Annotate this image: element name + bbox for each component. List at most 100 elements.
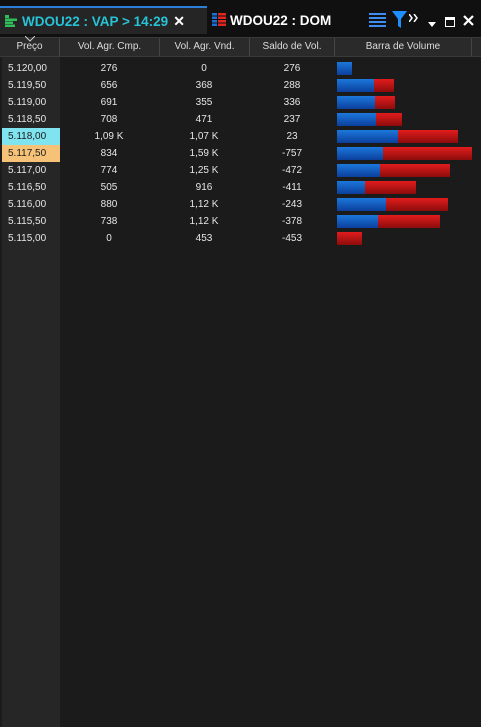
- price-cell: 5.119,50: [8, 80, 47, 91]
- sell-volume-bar: [337, 232, 362, 245]
- close-icon[interactable]: [463, 13, 474, 26]
- col-header-sell-volume-label: Vol. Agr. Vnd.: [174, 41, 235, 52]
- sell-volume-cell: 368: [195, 80, 213, 91]
- sell-volume-bar: [386, 198, 448, 211]
- sell-volume-bar: [375, 96, 395, 109]
- volume-balance-cell: -411: [282, 182, 302, 193]
- volume-balance-cell: -757: [281, 148, 302, 159]
- volume-bar-cell: [337, 128, 477, 145]
- sell-volume-cell: 1,07 K: [189, 131, 219, 142]
- tab-dom-title: WDOU22 : DOM: [230, 12, 332, 28]
- volume-balance-cell: -453: [281, 233, 302, 244]
- price-cell: 5.117,00: [8, 165, 47, 176]
- volume-bar-cell: [337, 94, 477, 111]
- volume-balance-cell: -472: [281, 165, 302, 176]
- buy-volume-bar: [337, 96, 375, 109]
- price-cell: 5.119,00: [8, 97, 47, 108]
- volume-bar-cell: [337, 230, 477, 247]
- buy-volume-bar: [337, 79, 374, 92]
- grid-header: Preço Vol. Agr. Cmp. Vol. Agr. Vnd. Sald…: [0, 36, 481, 57]
- buy-volume-cell: 505: [100, 182, 118, 193]
- col-header-volume-balance[interactable]: Saldo de Vol.: [250, 38, 335, 56]
- price-cell: 5.118,50: [8, 114, 47, 125]
- price-cell: 5.116,50: [8, 182, 47, 193]
- buy-volume-cell: 276: [100, 63, 118, 74]
- sell-volume-bar: [376, 113, 402, 126]
- volume-balance-cell: 23: [286, 131, 298, 142]
- table-row[interactable]: 5.118,00 1,09 K 1,07 K 23: [0, 128, 481, 145]
- sell-volume-bar: [374, 79, 394, 92]
- buy-volume-cell: 708: [100, 114, 118, 125]
- sell-volume-bar: [378, 215, 440, 228]
- sell-volume-cell: 1,12 K: [189, 216, 219, 227]
- buy-volume-bar: [337, 147, 383, 160]
- sell-volume-cell: 1,59 K: [189, 148, 219, 159]
- overflow-chevron-icon[interactable]: [408, 9, 419, 23]
- volume-balance-cell: 276: [283, 63, 301, 74]
- list-view-icon[interactable]: [369, 13, 386, 28]
- buy-volume-cell: 1,09 K: [94, 131, 124, 142]
- col-header-buy-volume[interactable]: Vol. Agr. Cmp.: [60, 38, 160, 56]
- volume-bar-cell: [337, 179, 477, 196]
- price-cell: 5.115,50: [8, 216, 47, 227]
- sell-volume-cell: 453: [195, 233, 213, 244]
- col-header-price-label: Preço: [16, 41, 43, 52]
- price-cell: 5.115,00: [8, 233, 47, 244]
- tab-vap[interactable]: WDOU22 : VAP > 14:29 ✕: [0, 6, 207, 34]
- buy-volume-cell: 774: [100, 165, 118, 176]
- buy-volume-bar: [337, 113, 376, 126]
- col-header-volume-bar-label: Barra de Volume: [365, 41, 441, 52]
- vap-window: WDOU22 : VAP > 14:29 ✕ WDOU22 : DOM Preç…: [0, 0, 481, 727]
- volume-bar-cell: [337, 77, 477, 94]
- filter-icon[interactable]: [392, 11, 407, 29]
- table-row[interactable]: 5.117,50 834 1,59 K -757: [0, 145, 481, 162]
- sell-volume-bar: [398, 130, 458, 143]
- col-header-sell-volume[interactable]: Vol. Agr. Vnd.: [160, 38, 250, 56]
- volume-bar-cell: [337, 213, 477, 230]
- sell-volume-cell: 1,25 K: [189, 165, 219, 176]
- col-header-price[interactable]: Preço: [0, 36, 60, 56]
- buy-volume-cell: 738: [100, 216, 118, 227]
- dropdown-arrow-icon[interactable]: [428, 14, 436, 27]
- col-header-buy-volume-label: Vol. Agr. Cmp.: [77, 41, 142, 52]
- sell-volume-cell: 355: [195, 97, 213, 108]
- table-row[interactable]: 5.120,00 276 0 276: [0, 60, 481, 77]
- sell-volume-cell: 1,12 K: [189, 199, 219, 210]
- buy-volume-bar: [337, 130, 398, 143]
- tab-bar: WDOU22 : VAP > 14:29 ✕ WDOU22 : DOM: [0, 0, 481, 37]
- volume-bar-cell: [337, 111, 477, 128]
- vap-chart-icon: [5, 14, 18, 28]
- table-row[interactable]: 5.116,00 880 1,12 K -243: [0, 196, 481, 213]
- table-row[interactable]: 5.115,50 738 1,12 K -378: [0, 213, 481, 230]
- sell-volume-bar: [380, 164, 450, 177]
- table-row[interactable]: 5.117,00 774 1,25 K -472: [0, 162, 481, 179]
- volume-balance-cell: 288: [283, 80, 301, 91]
- volume-balance-cell: -378: [281, 216, 302, 227]
- table-row[interactable]: 5.118,50 708 471 237: [0, 111, 481, 128]
- volume-bar-cell: [337, 196, 477, 213]
- volume-bar-cell: [337, 162, 477, 179]
- buy-volume-bar: [337, 215, 378, 228]
- col-header-volume-bar[interactable]: Barra de Volume: [335, 38, 472, 56]
- table-row[interactable]: 5.116,50 505 916 -411: [0, 179, 481, 196]
- col-header-volume-balance-label: Saldo de Vol.: [262, 41, 322, 52]
- buy-volume-cell: 691: [100, 97, 118, 108]
- vap-table-body: 5.120,00 276 0 276 5.119,50 656 368 288 5.119,00…: [0, 60, 481, 247]
- tab-dom[interactable]: WDOU22 : DOM: [209, 6, 361, 34]
- tab-vap-title: WDOU22 : VAP > 14:29: [22, 13, 169, 29]
- buy-volume-cell: 834: [100, 148, 118, 159]
- sell-volume-bar: [383, 147, 472, 160]
- close-tab-icon[interactable]: ✕: [173, 13, 185, 30]
- volume-balance-cell: -243: [281, 199, 302, 210]
- dom-book-icon: [212, 13, 226, 27]
- table-row[interactable]: 5.119,00 691 355 336: [0, 94, 481, 111]
- buy-volume-cell: 0: [106, 233, 112, 244]
- volume-balance-cell: 336: [283, 97, 301, 108]
- table-row[interactable]: 5.119,50 656 368 288: [0, 77, 481, 94]
- maximize-icon[interactable]: [445, 14, 455, 27]
- price-cell: 5.118,00: [2, 128, 60, 145]
- sell-volume-cell: 916: [195, 182, 213, 193]
- buy-volume-bar: [337, 181, 365, 194]
- table-row[interactable]: 5.115,00 0 453 -453: [0, 230, 481, 247]
- volume-balance-cell: 237: [283, 114, 301, 125]
